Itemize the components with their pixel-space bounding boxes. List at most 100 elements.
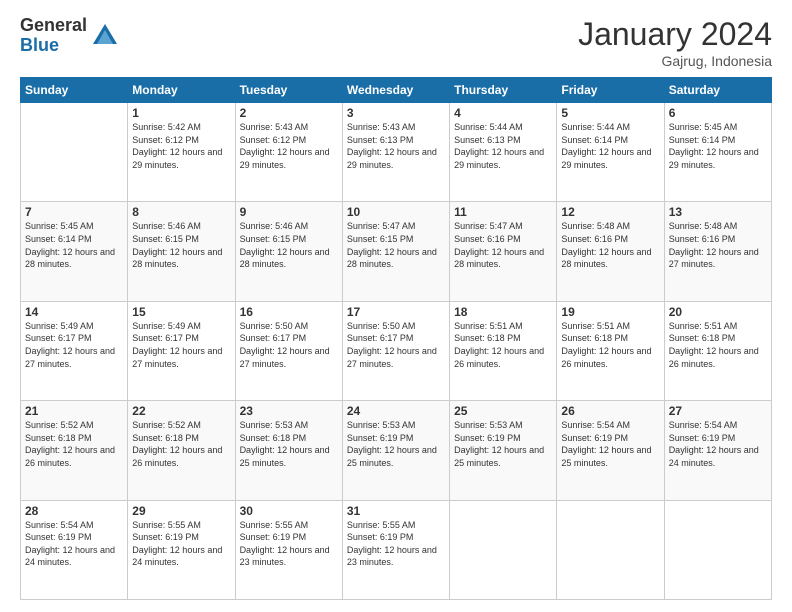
day-number: 6 <box>669 106 767 120</box>
day-info: Sunrise: 5:54 AM Sunset: 6:19 PM Dayligh… <box>25 519 123 569</box>
day-number: 20 <box>669 305 767 319</box>
day-info: Sunrise: 5:52 AM Sunset: 6:18 PM Dayligh… <box>132 419 230 469</box>
day-number: 18 <box>454 305 552 319</box>
day-number: 4 <box>454 106 552 120</box>
day-number: 1 <box>132 106 230 120</box>
table-row <box>557 500 664 599</box>
day-info: Sunrise: 5:47 AM Sunset: 6:16 PM Dayligh… <box>454 220 552 270</box>
day-info: Sunrise: 5:54 AM Sunset: 6:19 PM Dayligh… <box>669 419 767 469</box>
col-tuesday: Tuesday <box>235 78 342 103</box>
table-row: 22Sunrise: 5:52 AM Sunset: 6:18 PM Dayli… <box>128 401 235 500</box>
day-number: 14 <box>25 305 123 319</box>
day-info: Sunrise: 5:55 AM Sunset: 6:19 PM Dayligh… <box>347 519 445 569</box>
day-number: 29 <box>132 504 230 518</box>
day-info: Sunrise: 5:49 AM Sunset: 6:17 PM Dayligh… <box>132 320 230 370</box>
location: Gajrug, Indonesia <box>578 53 772 69</box>
day-info: Sunrise: 5:43 AM Sunset: 6:13 PM Dayligh… <box>347 121 445 171</box>
calendar-row-1: 7Sunrise: 5:45 AM Sunset: 6:14 PM Daylig… <box>21 202 772 301</box>
table-row: 5Sunrise: 5:44 AM Sunset: 6:14 PM Daylig… <box>557 103 664 202</box>
table-row <box>450 500 557 599</box>
day-number: 24 <box>347 404 445 418</box>
day-number: 31 <box>347 504 445 518</box>
table-row: 17Sunrise: 5:50 AM Sunset: 6:17 PM Dayli… <box>342 301 449 400</box>
table-row: 7Sunrise: 5:45 AM Sunset: 6:14 PM Daylig… <box>21 202 128 301</box>
table-row: 20Sunrise: 5:51 AM Sunset: 6:18 PM Dayli… <box>664 301 771 400</box>
day-info: Sunrise: 5:50 AM Sunset: 6:17 PM Dayligh… <box>240 320 338 370</box>
day-number: 27 <box>669 404 767 418</box>
day-info: Sunrise: 5:45 AM Sunset: 6:14 PM Dayligh… <box>25 220 123 270</box>
calendar-row-3: 21Sunrise: 5:52 AM Sunset: 6:18 PM Dayli… <box>21 401 772 500</box>
table-row: 2Sunrise: 5:43 AM Sunset: 6:12 PM Daylig… <box>235 103 342 202</box>
title-section: January 2024 Gajrug, Indonesia <box>578 16 772 69</box>
table-row: 4Sunrise: 5:44 AM Sunset: 6:13 PM Daylig… <box>450 103 557 202</box>
day-info: Sunrise: 5:51 AM Sunset: 6:18 PM Dayligh… <box>669 320 767 370</box>
day-info: Sunrise: 5:49 AM Sunset: 6:17 PM Dayligh… <box>25 320 123 370</box>
day-number: 9 <box>240 205 338 219</box>
day-number: 13 <box>669 205 767 219</box>
table-row: 28Sunrise: 5:54 AM Sunset: 6:19 PM Dayli… <box>21 500 128 599</box>
table-row: 25Sunrise: 5:53 AM Sunset: 6:19 PM Dayli… <box>450 401 557 500</box>
day-number: 2 <box>240 106 338 120</box>
table-row: 30Sunrise: 5:55 AM Sunset: 6:19 PM Dayli… <box>235 500 342 599</box>
table-row: 18Sunrise: 5:51 AM Sunset: 6:18 PM Dayli… <box>450 301 557 400</box>
logo-text: General Blue <box>20 16 87 56</box>
day-number: 11 <box>454 205 552 219</box>
day-info: Sunrise: 5:51 AM Sunset: 6:18 PM Dayligh… <box>454 320 552 370</box>
table-row: 15Sunrise: 5:49 AM Sunset: 6:17 PM Dayli… <box>128 301 235 400</box>
day-number: 5 <box>561 106 659 120</box>
day-info: Sunrise: 5:51 AM Sunset: 6:18 PM Dayligh… <box>561 320 659 370</box>
day-info: Sunrise: 5:54 AM Sunset: 6:19 PM Dayligh… <box>561 419 659 469</box>
day-number: 30 <box>240 504 338 518</box>
table-row: 10Sunrise: 5:47 AM Sunset: 6:15 PM Dayli… <box>342 202 449 301</box>
day-info: Sunrise: 5:53 AM Sunset: 6:19 PM Dayligh… <box>454 419 552 469</box>
day-info: Sunrise: 5:47 AM Sunset: 6:15 PM Dayligh… <box>347 220 445 270</box>
header-row: Sunday Monday Tuesday Wednesday Thursday… <box>21 78 772 103</box>
day-number: 7 <box>25 205 123 219</box>
logo-blue: Blue <box>20 36 87 56</box>
table-row: 26Sunrise: 5:54 AM Sunset: 6:19 PM Dayli… <box>557 401 664 500</box>
table-row: 13Sunrise: 5:48 AM Sunset: 6:16 PM Dayli… <box>664 202 771 301</box>
table-row: 8Sunrise: 5:46 AM Sunset: 6:15 PM Daylig… <box>128 202 235 301</box>
calendar-row-2: 14Sunrise: 5:49 AM Sunset: 6:17 PM Dayli… <box>21 301 772 400</box>
table-row: 21Sunrise: 5:52 AM Sunset: 6:18 PM Dayli… <box>21 401 128 500</box>
day-info: Sunrise: 5:53 AM Sunset: 6:18 PM Dayligh… <box>240 419 338 469</box>
col-thursday: Thursday <box>450 78 557 103</box>
table-row: 29Sunrise: 5:55 AM Sunset: 6:19 PM Dayli… <box>128 500 235 599</box>
day-number: 21 <box>25 404 123 418</box>
table-row: 19Sunrise: 5:51 AM Sunset: 6:18 PM Dayli… <box>557 301 664 400</box>
month-title: January 2024 <box>578 16 772 53</box>
table-row: 11Sunrise: 5:47 AM Sunset: 6:16 PM Dayli… <box>450 202 557 301</box>
day-info: Sunrise: 5:48 AM Sunset: 6:16 PM Dayligh… <box>561 220 659 270</box>
day-number: 10 <box>347 205 445 219</box>
day-info: Sunrise: 5:52 AM Sunset: 6:18 PM Dayligh… <box>25 419 123 469</box>
header: General Blue January 2024 Gajrug, Indone… <box>20 16 772 69</box>
table-row: 12Sunrise: 5:48 AM Sunset: 6:16 PM Dayli… <box>557 202 664 301</box>
table-row: 1Sunrise: 5:42 AM Sunset: 6:12 PM Daylig… <box>128 103 235 202</box>
table-row: 6Sunrise: 5:45 AM Sunset: 6:14 PM Daylig… <box>664 103 771 202</box>
col-wednesday: Wednesday <box>342 78 449 103</box>
day-number: 28 <box>25 504 123 518</box>
calendar-row-0: 1Sunrise: 5:42 AM Sunset: 6:12 PM Daylig… <box>21 103 772 202</box>
col-sunday: Sunday <box>21 78 128 103</box>
day-info: Sunrise: 5:43 AM Sunset: 6:12 PM Dayligh… <box>240 121 338 171</box>
col-saturday: Saturday <box>664 78 771 103</box>
calendar-row-4: 28Sunrise: 5:54 AM Sunset: 6:19 PM Dayli… <box>21 500 772 599</box>
day-info: Sunrise: 5:45 AM Sunset: 6:14 PM Dayligh… <box>669 121 767 171</box>
day-info: Sunrise: 5:48 AM Sunset: 6:16 PM Dayligh… <box>669 220 767 270</box>
logo-general: General <box>20 16 87 36</box>
logo: General Blue <box>20 16 119 56</box>
day-number: 25 <box>454 404 552 418</box>
day-info: Sunrise: 5:50 AM Sunset: 6:17 PM Dayligh… <box>347 320 445 370</box>
day-number: 3 <box>347 106 445 120</box>
day-number: 16 <box>240 305 338 319</box>
table-row: 31Sunrise: 5:55 AM Sunset: 6:19 PM Dayli… <box>342 500 449 599</box>
table-row: 23Sunrise: 5:53 AM Sunset: 6:18 PM Dayli… <box>235 401 342 500</box>
logo-icon <box>91 22 119 50</box>
day-number: 8 <box>132 205 230 219</box>
col-monday: Monday <box>128 78 235 103</box>
col-friday: Friday <box>557 78 664 103</box>
day-info: Sunrise: 5:55 AM Sunset: 6:19 PM Dayligh… <box>132 519 230 569</box>
table-row: 9Sunrise: 5:46 AM Sunset: 6:15 PM Daylig… <box>235 202 342 301</box>
day-info: Sunrise: 5:44 AM Sunset: 6:14 PM Dayligh… <box>561 121 659 171</box>
day-number: 12 <box>561 205 659 219</box>
